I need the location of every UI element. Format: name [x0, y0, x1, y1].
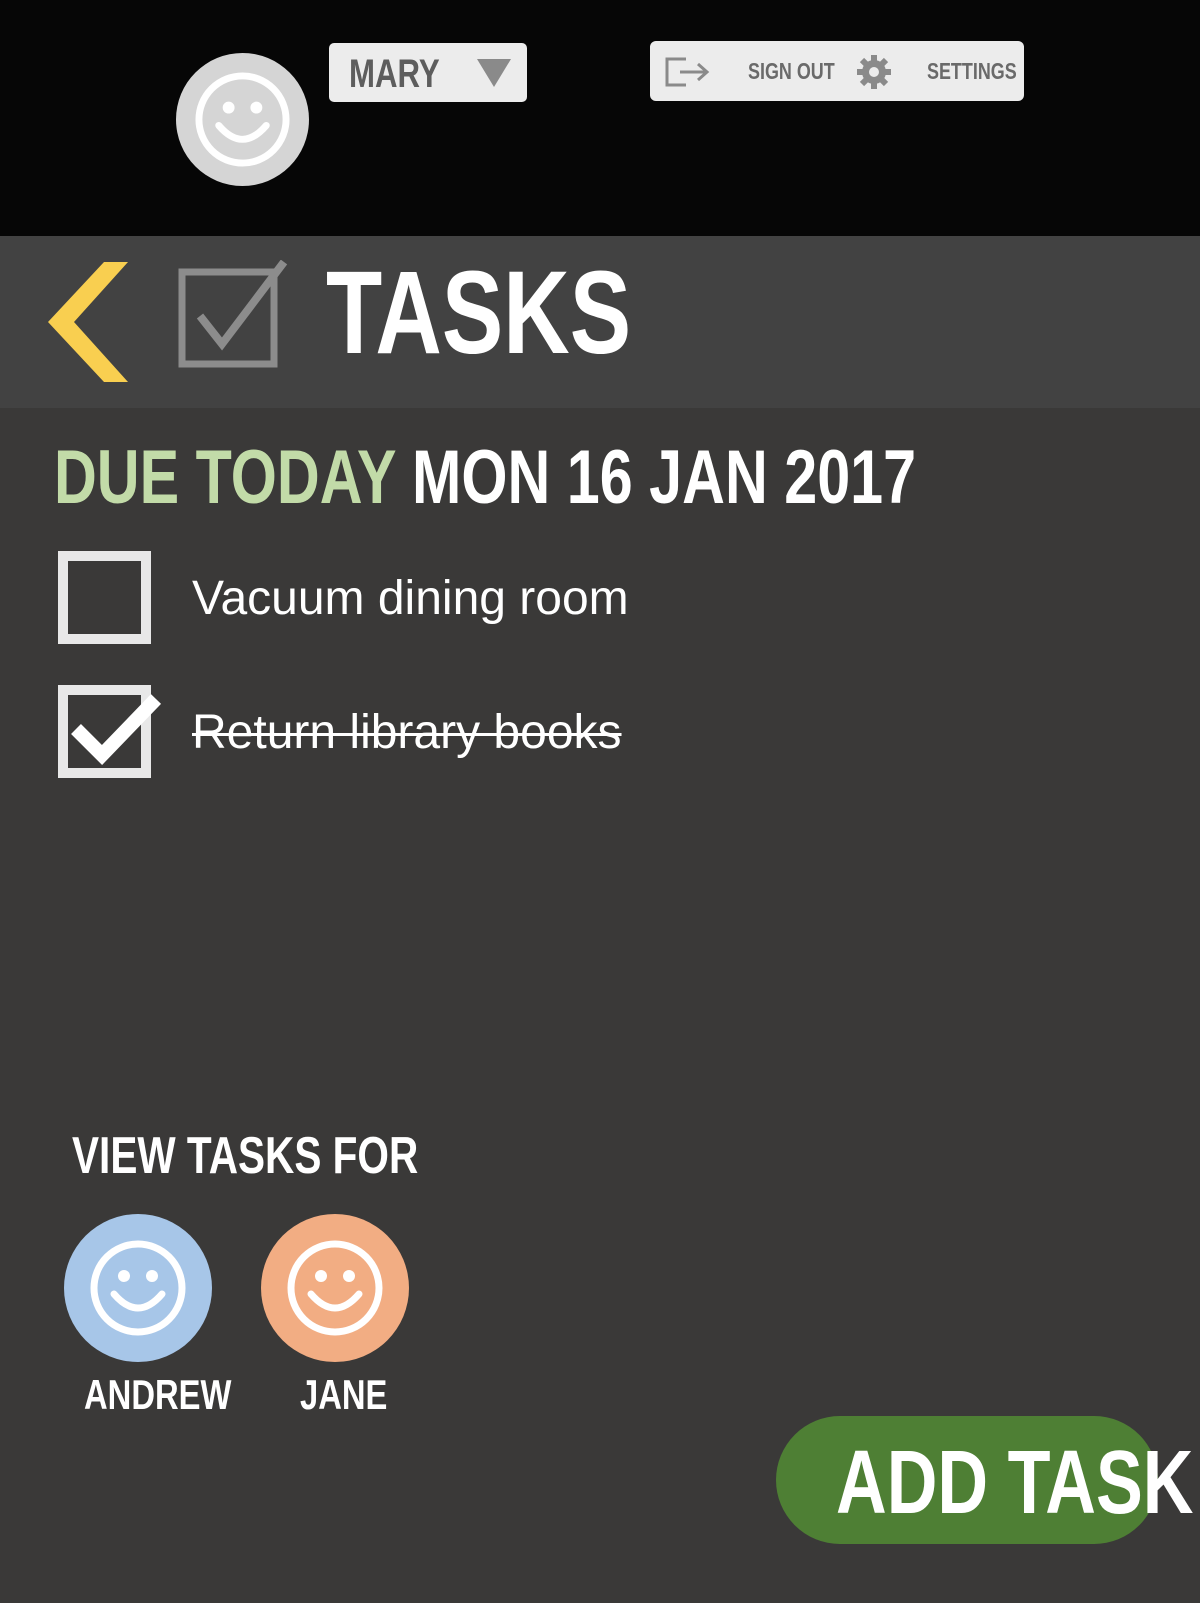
user-name: MARY [349, 52, 440, 96]
person-avatar[interactable] [64, 1214, 212, 1362]
page-header: TASKS [0, 236, 1200, 408]
user-avatar[interactable] [176, 53, 309, 186]
task-checkbox-checked[interactable] [58, 685, 162, 778]
task-item[interactable]: Return library books [58, 685, 758, 779]
chevron-left-icon[interactable] [44, 262, 128, 382]
checkbox-checked-icon [178, 260, 288, 368]
task-item[interactable]: Vacuum dining room [58, 551, 758, 645]
task-label: Return library books [192, 706, 622, 759]
gear-icon[interactable] [856, 54, 892, 90]
view-tasks-for-title: VIEW TASKS FOR [72, 1127, 419, 1185]
smiley-face-icon [195, 72, 290, 167]
person-name: ANDREW [84, 1371, 232, 1418]
smiley-face-icon [287, 1240, 383, 1336]
due-label: DUE TODAY [54, 435, 396, 520]
due-date: MON 16 JAN 2017 [412, 435, 917, 520]
task-label: Vacuum dining room [192, 572, 629, 625]
top-bar: MARY SIGN OUT SETTINGS [0, 0, 1200, 236]
page-title: TASKS [326, 247, 632, 379]
triangle-down-icon [477, 59, 511, 87]
checkmark-icon [71, 694, 162, 765]
add-task-button[interactable]: ADD TASK [776, 1416, 1193, 1544]
smiley-face-icon [90, 1240, 186, 1336]
sign-out-button[interactable]: SIGN OUT [748, 58, 835, 85]
task-checkbox[interactable] [58, 551, 151, 644]
add-task-label: ADD TASK [836, 1433, 1194, 1533]
user-dropdown[interactable]: MARY [329, 43, 527, 102]
person-name: JANE [300, 1371, 388, 1418]
account-actions: SIGN OUT SETTINGS [650, 41, 1024, 101]
person-avatar[interactable] [261, 1214, 409, 1362]
due-heading: DUE TODAY MON 16 JAN 2017 [54, 440, 916, 516]
sign-out-icon[interactable] [664, 55, 712, 89]
settings-button[interactable]: SETTINGS [927, 58, 1017, 85]
